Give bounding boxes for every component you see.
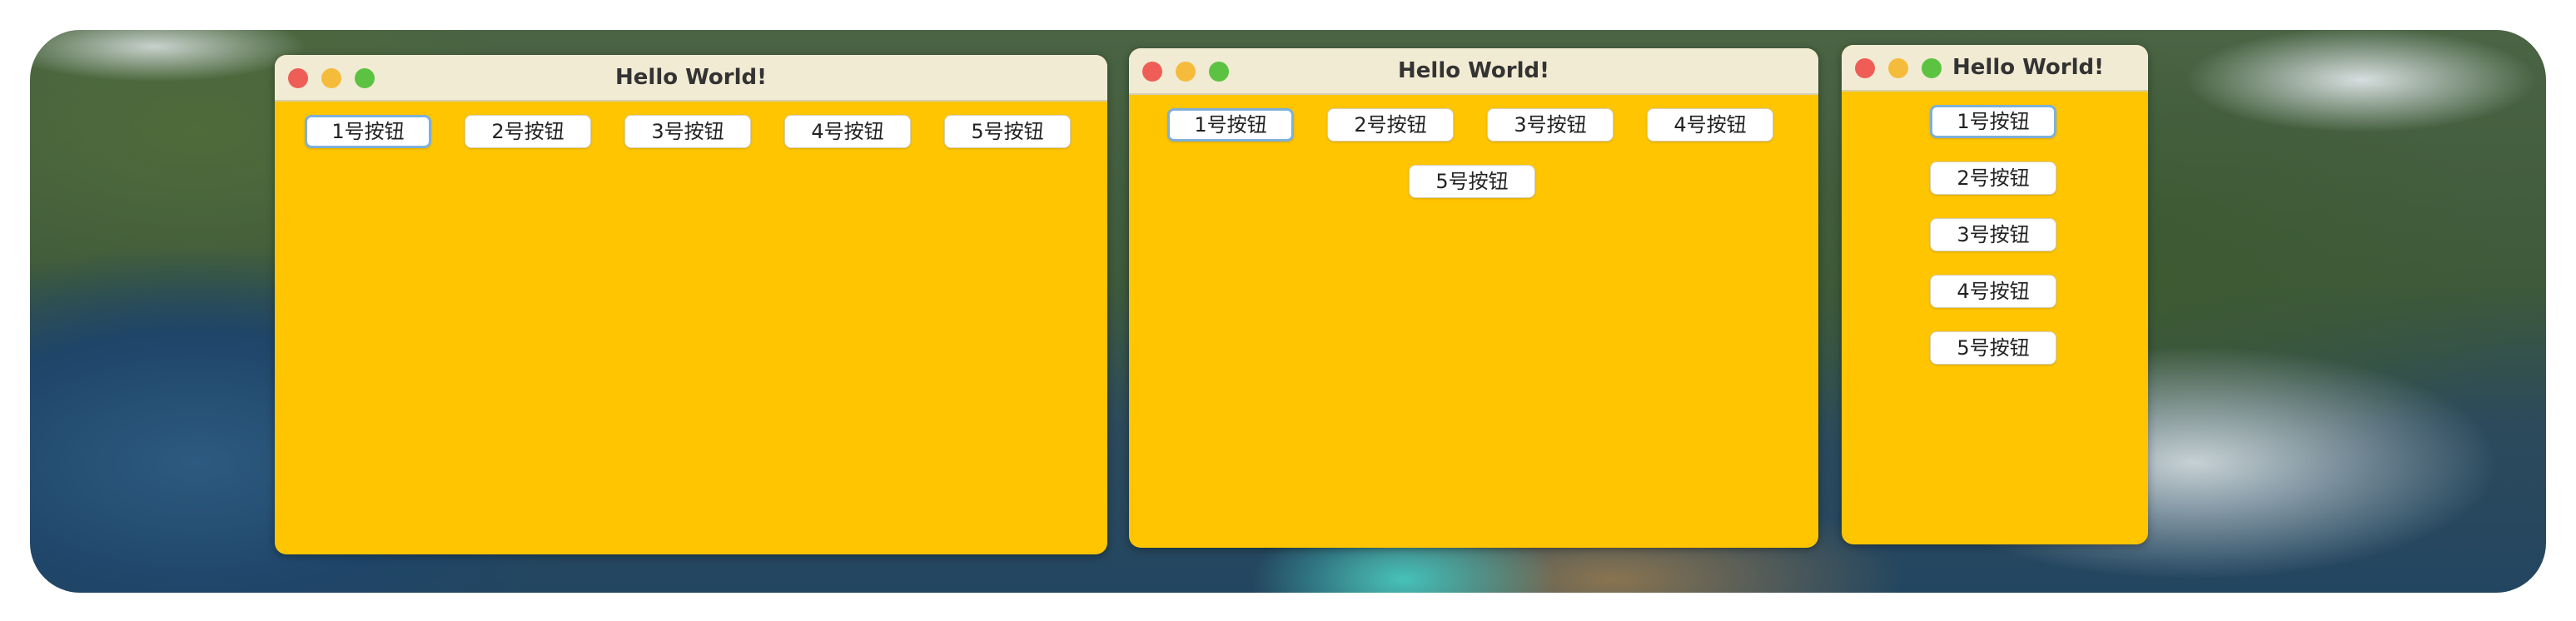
- title-bar[interactable]: Hello World!: [275, 55, 1107, 102]
- button-4[interactable]: 4号按钮: [1647, 108, 1773, 142]
- window-title: Hello World!: [615, 65, 767, 90]
- button-5[interactable]: 5号按钮: [1930, 331, 2056, 365]
- window-title: Hello World!: [1952, 55, 2104, 80]
- button-2[interactable]: 2号按钮: [465, 115, 591, 148]
- button-3[interactable]: 3号按钮: [1930, 218, 2056, 251]
- close-window-icon[interactable]: [1855, 58, 1875, 78]
- window-title: Hello World!: [1398, 58, 1549, 83]
- title-bar[interactable]: Hello World!: [1842, 45, 2148, 92]
- window-vertical: Hello World! 1号按钮 2号按钮 3号按钮 4号按钮 5号按钮: [1842, 45, 2148, 544]
- button-4[interactable]: 4号按钮: [784, 115, 911, 148]
- button-1[interactable]: 1号按钮: [305, 115, 431, 148]
- button-3[interactable]: 3号按钮: [624, 115, 751, 148]
- button-5[interactable]: 5号按钮: [1409, 165, 1535, 198]
- button-1[interactable]: 1号按钮: [1167, 108, 1294, 142]
- window-horizontal: Hello World! 1号按钮 2号按钮 3号按钮 4号按钮 5号按钮: [275, 55, 1107, 554]
- title-bar[interactable]: Hello World!: [1129, 48, 1818, 95]
- button-5[interactable]: 5号按钮: [944, 115, 1071, 148]
- button-4[interactable]: 4号按钮: [1930, 275, 2056, 308]
- button-3[interactable]: 3号按钮: [1487, 108, 1614, 142]
- button-1[interactable]: 1号按钮: [1930, 105, 2056, 138]
- button-2[interactable]: 2号按钮: [1930, 161, 2056, 195]
- window-wrapped: Hello World! 1号按钮 2号按钮 3号按钮 4号按钮 5号按钮: [1129, 48, 1818, 548]
- button-2[interactable]: 2号按钮: [1327, 108, 1454, 142]
- minimize-window-icon[interactable]: [1888, 58, 1908, 78]
